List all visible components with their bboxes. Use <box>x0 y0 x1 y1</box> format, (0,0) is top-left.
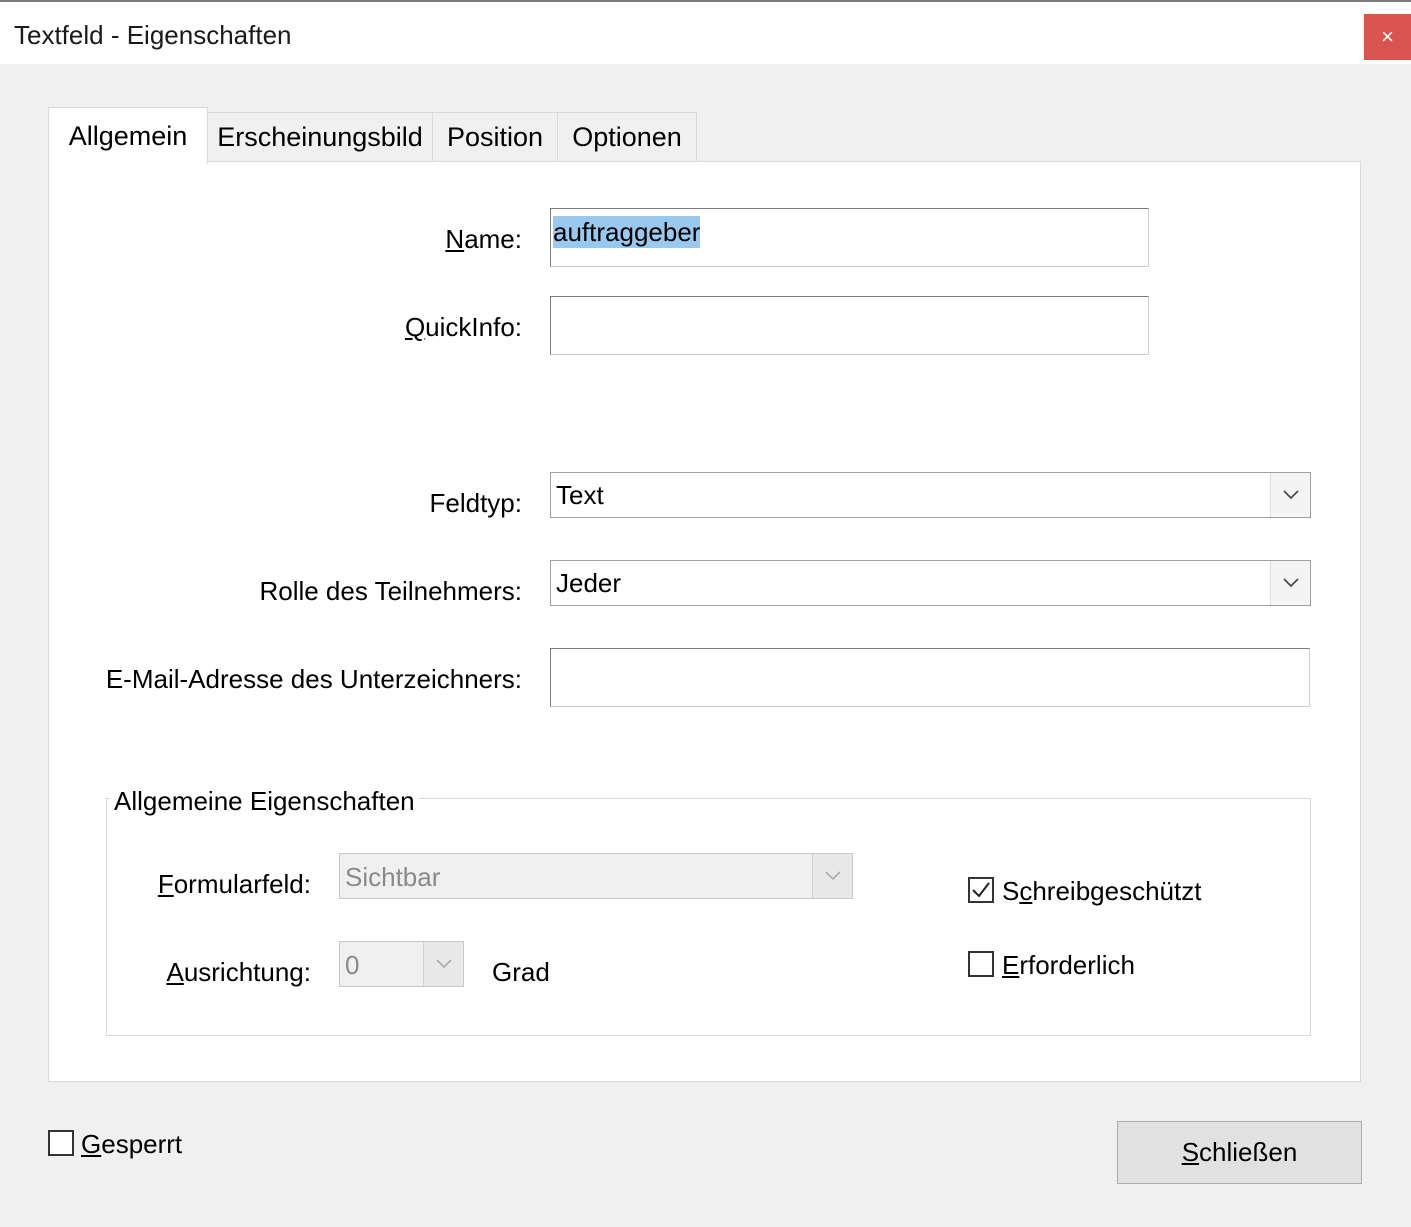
ausrichtung-value: 0 <box>345 950 360 980</box>
ausrichtung-label: Ausrichtung: <box>166 957 311 987</box>
chevron-down-icon[interactable] <box>1270 561 1310 605</box>
email-label: E-Mail-Adresse des Unterzeichners: <box>105 664 522 694</box>
schreibgeschuetzt-checkbox[interactable] <box>968 877 994 903</box>
quickinfo-label: QuickInfo: <box>404 312 522 342</box>
ausrichtung-dropdown[interactable]: 0 <box>339 941 464 987</box>
general-properties-group <box>106 798 1311 1036</box>
name-input[interactable]: auftraggeber <box>550 208 1149 267</box>
schliessen-button-label: Schließen <box>1181 1137 1298 1167</box>
rolle-label: Rolle des Teilnehmers: <box>259 576 522 606</box>
tab-label: Erscheinungsbild <box>217 122 423 152</box>
email-input[interactable] <box>550 648 1310 707</box>
close-icon: × <box>1381 24 1394 49</box>
close-window-button[interactable]: × <box>1364 14 1411 60</box>
chevron-down-icon[interactable] <box>1270 473 1310 517</box>
tab-erscheinungsbild[interactable]: Erscheinungsbild <box>207 112 433 162</box>
formularfeld-dropdown[interactable]: Sichtbar <box>339 853 853 899</box>
feldtyp-dropdown[interactable]: Text <box>550 472 1311 518</box>
tab-optionen[interactable]: Optionen <box>557 112 697 162</box>
tab-label: Optionen <box>572 122 682 152</box>
chevron-down-icon[interactable] <box>812 854 852 898</box>
formularfeld-value: Sichtbar <box>345 862 441 892</box>
erforderlich-checkbox[interactable] <box>968 951 994 977</box>
rolle-dropdown[interactable]: Jeder <box>550 560 1311 606</box>
name-input-value: auftraggeber <box>553 216 701 248</box>
gesperrt-label[interactable]: Gesperrt <box>81 1129 182 1160</box>
feldtyp-value: Text <box>556 480 604 510</box>
tab-position[interactable]: Position <box>432 112 558 162</box>
chevron-down-icon[interactable] <box>423 942 463 986</box>
tab-label: Position <box>446 122 544 152</box>
feldtyp-label: Feldtyp: <box>429 488 523 518</box>
checkmark-icon <box>972 882 990 898</box>
schliessen-button[interactable]: Schließen <box>1117 1121 1362 1184</box>
quickinfo-input[interactable] <box>550 296 1149 355</box>
erforderlich-label[interactable]: Erforderlich <box>1002 950 1135 981</box>
gesperrt-checkbox[interactable] <box>48 1130 74 1156</box>
name-label: Name: <box>445 224 522 254</box>
title-bar: Textfeld - Eigenschaften <box>0 0 1411 64</box>
tab-allgemein[interactable]: Allgemein <box>48 107 208 164</box>
group-legend: Allgemeine Eigenschaften <box>110 786 419 817</box>
window-title: Textfeld - Eigenschaften <box>14 20 292 50</box>
rolle-value: Jeder <box>556 568 622 598</box>
schreibgeschuetzt-label[interactable]: Schreibgeschützt <box>1002 876 1201 907</box>
formularfeld-label: Formularfeld: <box>157 869 311 899</box>
ausrichtung-unit: Grad <box>492 957 550 987</box>
tab-label: Allgemein <box>68 120 188 151</box>
